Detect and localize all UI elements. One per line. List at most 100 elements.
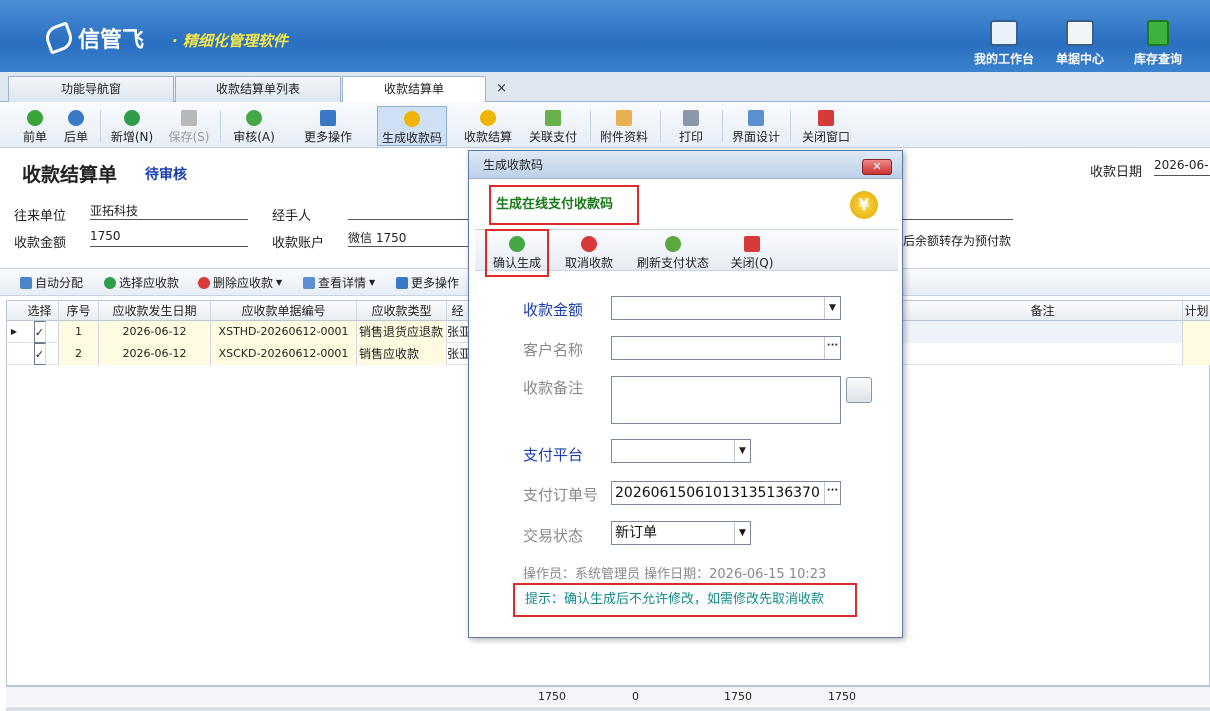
checkbox[interactable]: ✓ <box>33 343 46 365</box>
dialog-close-button[interactable]: ✕ <box>862 159 892 175</box>
col-doc-no[interactable]: 应收款单据编号 <box>211 301 357 321</box>
total-received: 1750 <box>724 690 752 703</box>
trade-status-select[interactable]: 新订单 ▼ <box>611 521 751 545</box>
more-actions-sub-button[interactable]: 更多操作 <box>396 274 459 291</box>
ellipsis-icon[interactable]: ··· <box>824 337 840 359</box>
documents-center-button[interactable]: 单据中心 <box>1044 20 1116 67</box>
checkbox[interactable]: ✓ <box>33 321 46 343</box>
ellipsis-icon[interactable]: ··· <box>824 482 840 504</box>
separator <box>220 110 221 142</box>
dialog-tip: 提示：确认生成后不允许修改，如需修改先取消收款 <box>513 583 857 617</box>
row-checkbox[interactable]: ✓ <box>21 321 59 343</box>
more-actions-button[interactable]: 更多操作 <box>292 106 364 146</box>
order-no-input[interactable]: 20260615061013135136370 ··· <box>611 481 841 505</box>
layout-design-button[interactable]: 界面设计 <box>728 106 784 146</box>
arrow-right-icon <box>68 110 84 126</box>
allocate-icon <box>20 276 32 289</box>
cell-plan[interactable] <box>1183 321 1210 343</box>
workbench-button[interactable]: 我的工作台 <box>968 20 1040 67</box>
separator <box>790 110 791 142</box>
view-details-button[interactable]: 查看详情 ▼ <box>303 274 375 291</box>
cell-seq: 1 <box>59 321 99 343</box>
app-logo: 信管飞 <box>42 21 144 55</box>
cell-remark[interactable] <box>903 343 1183 365</box>
plus-icon <box>124 110 140 126</box>
separator <box>100 110 101 142</box>
dialog-close-q-button[interactable]: 关闭(Q) <box>727 232 777 272</box>
col-seq[interactable]: 序号 <box>59 301 99 321</box>
col-type[interactable]: 应收款类型 <box>357 301 447 321</box>
select-receivable-button[interactable]: 选择应收款 <box>104 274 179 291</box>
cell-remark[interactable] <box>903 321 1183 343</box>
handler-field[interactable] <box>348 202 468 220</box>
partner-label: 往来单位 <box>14 209 67 224</box>
new-button[interactable]: 新增(N) <box>106 106 158 146</box>
tab-bar: 功能导航窗 收款结算单列表 收款结算单 × <box>0 72 1210 103</box>
plus-icon <box>104 276 116 289</box>
dialog-heading: 生成在线支付收款码 <box>489 185 639 225</box>
customer-input[interactable]: ··· <box>611 336 841 360</box>
book-icon <box>1147 20 1169 46</box>
customer-label: 客户名称 <box>523 341 584 359</box>
date-field[interactable]: 2026-06- <box>1154 158 1210 176</box>
amount-select[interactable]: ▼ <box>611 296 841 320</box>
col-plan[interactable]: 计划 <box>1183 301 1210 321</box>
attachments-button[interactable]: 附件资料 <box>596 106 652 146</box>
next-button[interactable]: 后单 <box>56 106 96 146</box>
close-window-button[interactable]: 关闭窗口 <box>796 106 856 146</box>
prev-button[interactable]: 前单 <box>14 106 56 146</box>
horizontal-scrollbar[interactable] <box>6 707 1210 711</box>
col-handler[interactable]: 经 <box>447 301 469 321</box>
col-remark[interactable]: 备注 <box>903 301 1183 321</box>
refresh-status-button[interactable]: 刷新支付状态 <box>635 232 711 272</box>
order-no-label: 支付订单号 <box>523 486 599 504</box>
cell-doc-no: XSCKD-20260612-0001 <box>211 343 357 365</box>
close-tab-icon[interactable]: × <box>496 77 507 101</box>
print-button[interactable]: 打印 <box>666 106 716 146</box>
separator <box>660 110 661 142</box>
generate-qr-button[interactable]: 生成收款码 <box>377 106 447 146</box>
partner-field[interactable]: 亚拓科技 <box>90 202 248 220</box>
col-date[interactable]: 应收款发生日期 <box>99 301 211 321</box>
generate-qr-dialog: 生成收款码 ✕ 生成在线支付收款码 ¥ 确认生成 取消收款 刷新支付状态 关闭(… <box>468 150 903 638</box>
account-field[interactable]: 微信 1750 <box>348 229 468 247</box>
platform-select[interactable]: ▼ <box>611 439 751 463</box>
remark-textarea[interactable] <box>611 376 841 424</box>
tab-receipt-list[interactable]: 收款结算单列表 <box>175 76 341 102</box>
delete-receivable-button[interactable]: 删除应收款 ▼ <box>198 274 282 291</box>
total-amount: 1750 <box>538 690 566 703</box>
amount-field[interactable]: 1750 <box>90 229 248 247</box>
cell-handler: 张亚 <box>447 321 469 343</box>
total-adjust: 0 <box>632 690 639 703</box>
account-label: 收款账户 <box>272 236 325 251</box>
cell-date: 2026-06-12 <box>99 321 211 343</box>
col-select[interactable]: 选择 <box>21 301 59 321</box>
save-button[interactable]: 保存(S) <box>164 106 214 146</box>
cancel-receipt-button[interactable]: 取消收款 <box>561 232 617 272</box>
right-field[interactable] <box>903 202 1013 220</box>
row-checkbox[interactable]: ✓ <box>21 343 59 365</box>
audit-button[interactable]: 审核(A) <box>228 106 280 146</box>
chevron-down-icon[interactable]: ▼ <box>824 297 840 319</box>
monitor-icon <box>990 20 1018 46</box>
tab-receipt-voucher[interactable]: 收款结算单 × <box>342 76 507 103</box>
main-toolbar: 前单 后单 新增(N) 保存(S) 审核(A) 更多操作 生成收款码 收款结算 … <box>0 102 1210 148</box>
handler-label: 经手人 <box>272 209 312 224</box>
receipt-settle-button[interactable]: 收款结算 <box>458 106 518 146</box>
app-slogan: · 精细化管理软件 <box>172 32 288 50</box>
cancel-icon <box>581 236 597 252</box>
cell-plan[interactable] <box>1183 343 1210 365</box>
link-payment-button[interactable]: 关联支付 <box>525 106 581 146</box>
app-banner: 信管飞 · 精细化管理软件 我的工作台 单据中心 库存查询 <box>0 0 1210 72</box>
list-icon <box>303 276 315 289</box>
chevron-down-icon[interactable]: ▼ <box>734 440 750 462</box>
cell-type: 销售退货应退款 <box>357 321 447 343</box>
chevron-down-icon[interactable]: ▼ <box>734 522 750 544</box>
cell-type: 销售应收款 <box>357 343 447 365</box>
inventory-query-button[interactable]: 库存查询 <box>1122 20 1194 67</box>
edit-remark-icon[interactable] <box>846 377 872 403</box>
tab-navigation[interactable]: 功能导航窗 <box>8 76 174 102</box>
dialog-title: 生成收款码 <box>469 151 902 179</box>
auto-allocate-button[interactable]: 自动分配 <box>20 274 83 291</box>
chevron-down-icon: ▼ <box>369 278 376 287</box>
